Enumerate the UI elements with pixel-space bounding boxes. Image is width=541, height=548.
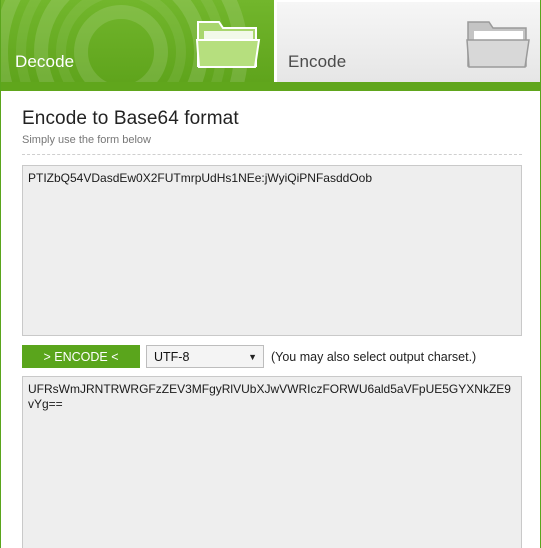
dropdown-arrow-icon: ▼ [248, 352, 257, 362]
folder-icon [466, 21, 530, 68]
folder-icon [195, 21, 261, 68]
charset-select[interactable]: UTF-8 ▼ [146, 345, 264, 368]
tab-encode[interactable]: Encode [277, 2, 540, 82]
output-textarea[interactable]: UFRsWmJRNTRWRGFzZEV3MFgyRlVUbXJwVWRIczFO… [22, 376, 522, 548]
tab-decode-label: Decode [15, 52, 75, 71]
tab-decode[interactable]: Decode [1, 0, 274, 82]
input-textarea[interactable]: PTIZbQ54VDasdEw0X2FUTmrpUdHs1NEe:jWyiQiP… [22, 165, 522, 336]
page-title: Encode to Base64 format [22, 108, 239, 129]
tab-underline [1, 82, 540, 91]
tab-bar: Decode Encode [1, 0, 540, 82]
charset-selected-value: UTF-8 [154, 350, 190, 364]
encode-button[interactable]: > ENCODE < [22, 345, 140, 368]
dotted-divider [22, 154, 522, 155]
charset-note: (You may also select output charset.) [271, 350, 477, 364]
tab-encode-label: Encode [288, 52, 347, 71]
page-subtitle: Simply use the form below [22, 134, 151, 146]
page-frame: Decode Encode Encode to Base64 format Si… [0, 0, 541, 548]
